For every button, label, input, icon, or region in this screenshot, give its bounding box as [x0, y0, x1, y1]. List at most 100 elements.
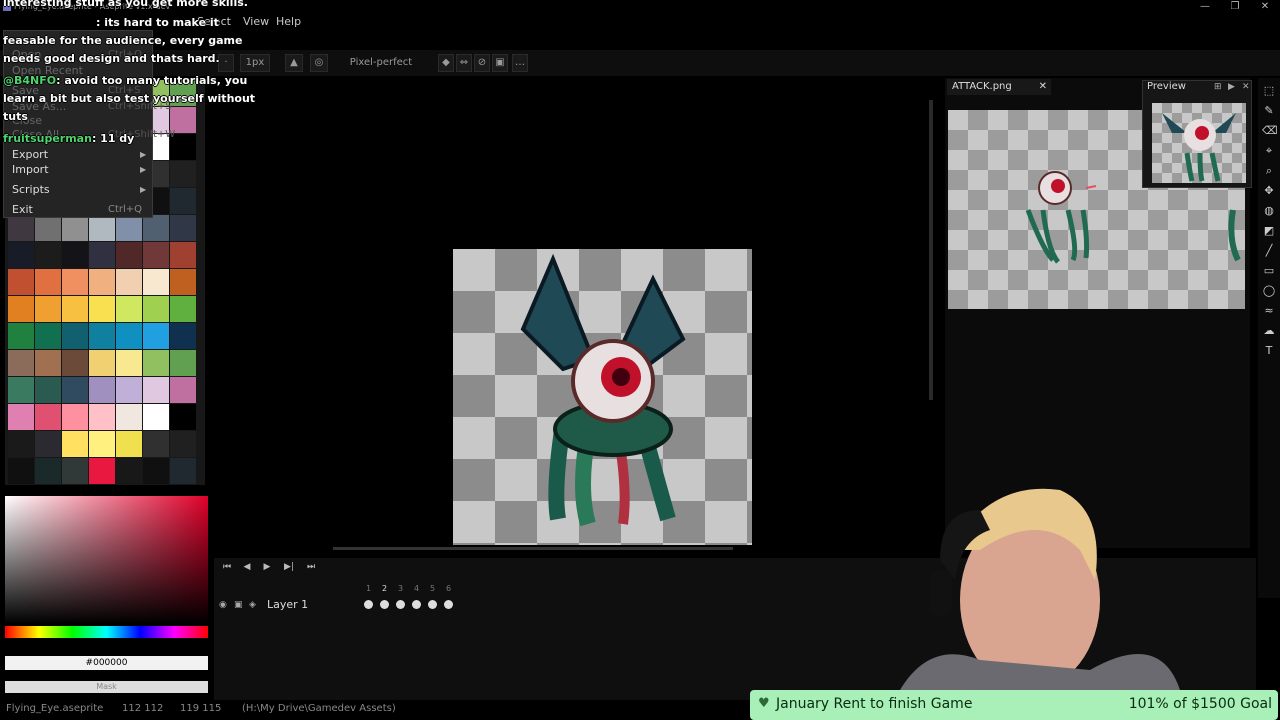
menu-item-import[interactable]: Import [12, 163, 49, 176]
close-tab-icon[interactable]: ✕ [1039, 79, 1047, 95]
eyedropper-tool-icon[interactable]: ⌖ [1262, 144, 1276, 158]
palette-swatch[interactable] [170, 323, 196, 349]
palette-swatch[interactable] [143, 296, 169, 322]
palette-swatch[interactable] [35, 242, 61, 268]
eye-icon[interactable]: ◉ [219, 600, 227, 610]
marquee-tool-icon[interactable]: ⬚ [1262, 84, 1276, 98]
more-options-icon[interactable]: … [512, 54, 528, 72]
symmetry-icon[interactable]: ◆ [438, 54, 454, 72]
line-tool-icon[interactable]: ╱ [1262, 244, 1276, 258]
palette-swatch[interactable] [62, 404, 88, 430]
palette-swatch[interactable] [62, 431, 88, 457]
palette-swatch[interactable] [170, 404, 196, 430]
palette-swatch[interactable] [170, 242, 196, 268]
palette-swatch[interactable] [62, 458, 88, 484]
palette-swatch[interactable] [170, 350, 196, 376]
palette-swatch[interactable] [170, 458, 196, 484]
palette-swatch[interactable] [89, 404, 115, 430]
menu-view[interactable]: View [243, 15, 269, 28]
palette-swatch[interactable] [143, 404, 169, 430]
horizontal-scrollbar[interactable] [333, 547, 733, 550]
color-picker-field[interactable] [5, 496, 208, 624]
palette-swatch[interactable] [35, 458, 61, 484]
palette-swatch[interactable] [8, 296, 34, 322]
palette-swatch[interactable] [170, 377, 196, 403]
palette-swatch[interactable] [62, 269, 88, 295]
palette-swatch[interactable] [116, 215, 142, 241]
opacity-icon[interactable]: ◎ [310, 54, 328, 72]
palette-swatch[interactable] [116, 296, 142, 322]
grid-icon[interactable]: ▣ [492, 54, 508, 72]
palette-swatch[interactable] [62, 323, 88, 349]
next-frame-button[interactable]: ▶| [280, 562, 298, 574]
first-frame-button[interactable]: ⏮ [218, 562, 236, 574]
menu-item-exit[interactable]: Exit [12, 203, 33, 216]
eraser-tool-icon[interactable]: ⌫ [1262, 124, 1278, 138]
palette-swatch[interactable] [143, 323, 169, 349]
lock-icon[interactable]: ▣ [234, 600, 243, 610]
ellipse-tool-icon[interactable]: ◯ [1262, 284, 1276, 298]
palette-swatch[interactable] [62, 296, 88, 322]
palette-swatch[interactable] [62, 215, 88, 241]
palette-swatch[interactable] [116, 242, 142, 268]
frame-cel[interactable] [428, 600, 437, 609]
palette-swatch[interactable] [62, 350, 88, 376]
palette-swatch[interactable] [170, 296, 196, 322]
palette-swatch[interactable] [35, 350, 61, 376]
palette-swatch[interactable] [89, 458, 115, 484]
pencil-tool-icon[interactable]: ✎ [1262, 104, 1276, 118]
menu-help[interactable]: Help [276, 15, 301, 28]
palette-swatch[interactable] [116, 377, 142, 403]
frame-header-4[interactable]: 4 [414, 584, 419, 593]
palette-swatch[interactable] [35, 296, 61, 322]
palette-swatch[interactable] [170, 188, 196, 214]
flip-horizontal-icon[interactable]: ⇔ [456, 54, 472, 72]
palette-swatch[interactable] [89, 323, 115, 349]
palette-swatch[interactable] [116, 350, 142, 376]
palette-swatch[interactable] [8, 404, 34, 430]
palette-swatch[interactable] [170, 269, 196, 295]
sprite-canvas[interactable] [453, 249, 752, 545]
menu-item-scripts[interactable]: Scripts [12, 183, 50, 196]
palette-swatch[interactable] [8, 242, 34, 268]
palette-swatch[interactable] [35, 323, 61, 349]
rectangle-tool-icon[interactable]: ▭ [1262, 264, 1276, 278]
palette-swatch[interactable] [116, 323, 142, 349]
palette-swatch[interactable] [116, 404, 142, 430]
brush-type-button[interactable]: · [218, 54, 234, 72]
palette-swatch[interactable] [143, 377, 169, 403]
layer-name[interactable]: Layer 1 [267, 598, 308, 611]
flip-vertical-icon[interactable]: ⊘ [474, 54, 490, 72]
continuous-icon[interactable]: ◈ [249, 600, 256, 610]
palette-swatch[interactable] [35, 377, 61, 403]
palette-swatch[interactable] [143, 350, 169, 376]
blur-tool-icon[interactable]: ≈ [1262, 304, 1276, 318]
palette-swatch[interactable] [8, 377, 34, 403]
prev-frame-button[interactable]: ◀ [238, 562, 256, 574]
palette-swatch[interactable] [89, 215, 115, 241]
close-window-button[interactable]: ✕ [1256, 1, 1274, 12]
palette-swatch[interactable] [143, 269, 169, 295]
frame-header-5[interactable]: 5 [430, 584, 435, 593]
vertical-scrollbar[interactable] [929, 100, 933, 400]
palette-swatch[interactable] [8, 431, 34, 457]
minimize-button[interactable]: — [1196, 1, 1214, 12]
preview-menu-icon[interactable]: ▶ [1228, 82, 1235, 92]
palette-swatch[interactable] [8, 350, 34, 376]
palette-swatch[interactable] [116, 269, 142, 295]
palette-swatch[interactable] [8, 323, 34, 349]
palette-swatch[interactable] [8, 215, 34, 241]
alpha-slider[interactable]: Mask [5, 681, 208, 693]
palette-swatch[interactable] [89, 377, 115, 403]
gradient-tool-icon[interactable]: ◩ [1262, 224, 1276, 238]
frame-header-3[interactable]: 3 [398, 584, 403, 593]
last-frame-button[interactable]: ⏭ [302, 562, 320, 574]
menu-item-export[interactable]: Export [12, 148, 48, 161]
frame-header-2[interactable]: 2 [382, 584, 387, 593]
brush-size-field[interactable]: 1px [240, 54, 270, 72]
palette-swatch[interactable] [116, 431, 142, 457]
text-tool-icon[interactable]: T [1262, 344, 1276, 358]
preview-play-icon[interactable]: ⊞ [1214, 82, 1222, 92]
frame-cel[interactable] [364, 600, 373, 609]
hue-slider[interactable] [5, 626, 208, 638]
